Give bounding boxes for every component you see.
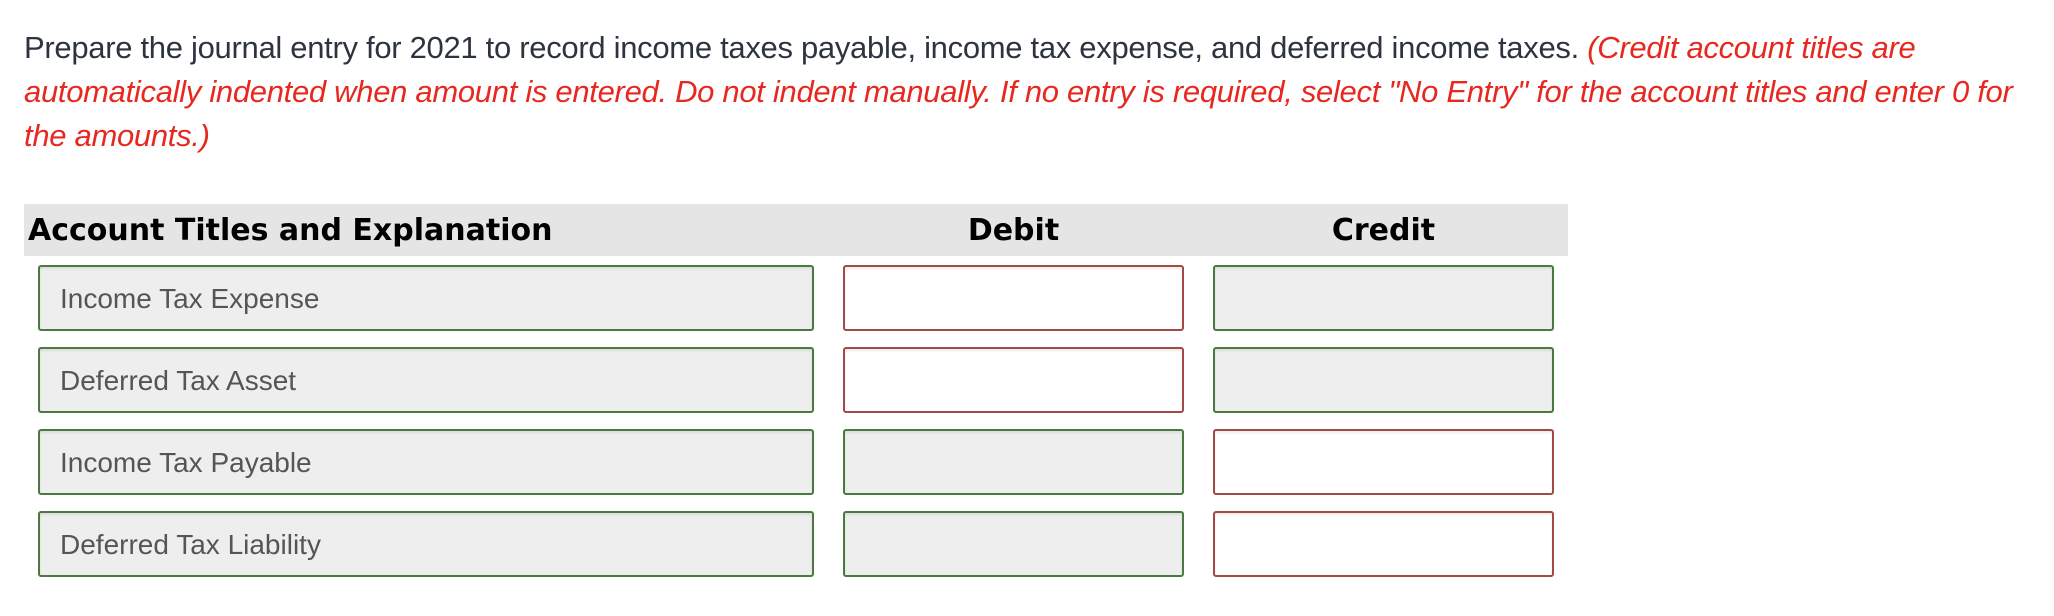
header-account-titles: Account Titles and Explanation bbox=[28, 213, 553, 248]
journal-table-header: Account Titles and Explanation Debit Cre… bbox=[24, 204, 1568, 256]
journal-row-1: Income Tax Expense bbox=[0, 265, 2054, 331]
instruction-text: Prepare the journal entry for 2021 to re… bbox=[24, 30, 1579, 65]
account-title-select[interactable]: Income Tax Payable bbox=[38, 429, 814, 495]
debit-input[interactable] bbox=[843, 511, 1184, 577]
account-title-select[interactable]: Income Tax Expense bbox=[38, 265, 814, 331]
header-debit: Debit bbox=[967, 213, 1060, 248]
header-credit: Credit bbox=[1331, 213, 1436, 248]
credit-input[interactable] bbox=[1213, 429, 1554, 495]
instructions: Prepare the journal entry for 2021 to re… bbox=[24, 26, 2034, 158]
account-title-select[interactable]: Deferred Tax Asset bbox=[38, 347, 814, 413]
debit-input[interactable] bbox=[843, 429, 1184, 495]
account-title-value: Income Tax Expense bbox=[60, 283, 320, 314]
debit-input[interactable] bbox=[843, 265, 1184, 331]
journal-row-3: Income Tax Payable bbox=[0, 429, 2054, 495]
credit-input[interactable] bbox=[1213, 511, 1554, 577]
account-title-value: Income Tax Payable bbox=[60, 447, 312, 478]
journal-row-2: Deferred Tax Asset bbox=[0, 347, 2054, 413]
account-title-value: Deferred Tax Liability bbox=[60, 529, 321, 560]
account-title-value: Deferred Tax Asset bbox=[60, 365, 297, 396]
account-title-select[interactable]: Deferred Tax Liability bbox=[38, 511, 814, 577]
journal-row-4: Deferred Tax Liability bbox=[0, 511, 2054, 577]
debit-input[interactable] bbox=[843, 347, 1184, 413]
credit-input[interactable] bbox=[1213, 265, 1554, 331]
credit-input[interactable] bbox=[1213, 347, 1554, 413]
